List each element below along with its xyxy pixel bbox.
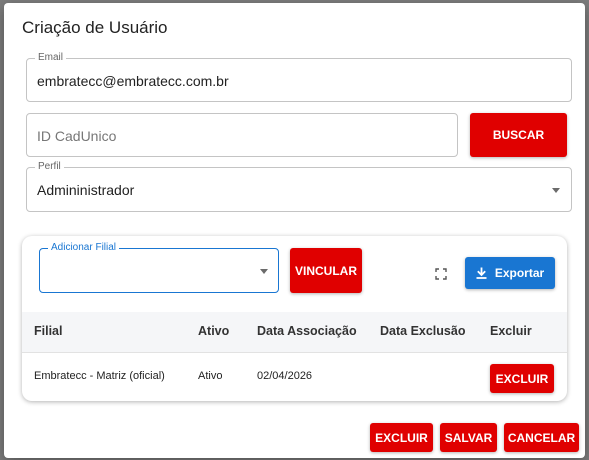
fullscreen-icon[interactable] (435, 267, 447, 280)
table-header: Filial Ativo Data Associação Data Exclus… (22, 312, 567, 353)
cadunico-input[interactable]: ID CadUnico (26, 113, 458, 157)
save-button[interactable]: SALVAR (440, 423, 497, 452)
filial-card: Adicionar Filial VINCULAR Exportar Filia… (22, 236, 567, 401)
email-label: Email (35, 52, 67, 64)
table-row: Embratecc - Matriz (oficial) Ativo 02/04… (22, 353, 567, 401)
delete-row-button[interactable]: EXCLUIR (490, 364, 554, 393)
link-filial-button[interactable]: VINCULAR (290, 248, 362, 293)
user-creation-dialog: Criação de Usuário Email embratecc@embra… (4, 3, 585, 458)
chevron-down-icon (552, 188, 560, 193)
cell-ativo: Ativo (198, 370, 223, 382)
column-header-excluir[interactable]: Excluir (490, 324, 532, 338)
column-header-ativo[interactable]: Ativo (198, 324, 229, 338)
export-button[interactable]: Exportar (465, 257, 555, 289)
search-button[interactable]: BUSCAR (470, 113, 567, 157)
download-icon (476, 267, 487, 279)
column-header-data-exclusao[interactable]: Data Exclusão (380, 324, 465, 338)
cell-filial: Embratecc - Matriz (oficial) (34, 370, 165, 382)
perfil-value: Admininistrador (37, 182, 135, 198)
add-filial-label: Adicionar Filial (48, 242, 120, 254)
perfil-label: Perfil (35, 161, 64, 173)
cancel-button[interactable]: CANCELAR (504, 423, 579, 452)
cell-data-associacao: 02/04/2026 (257, 370, 313, 382)
email-field[interactable]: Email embratecc@embratecc.com.br (26, 52, 572, 102)
column-header-data-associacao[interactable]: Data Associação (257, 324, 357, 338)
chevron-down-icon (260, 269, 268, 274)
export-label: Exportar (494, 266, 545, 280)
delete-user-button[interactable]: EXCLUIR (370, 423, 433, 452)
column-header-filial[interactable]: Filial (34, 324, 62, 338)
perfil-select[interactable]: Perfil Admininistrador (26, 161, 572, 212)
email-value: embratecc@embratecc.com.br (37, 73, 229, 89)
add-filial-select[interactable]: Adicionar Filial (39, 242, 279, 293)
dialog-title: Criação de Usuário (22, 18, 168, 37)
cadunico-placeholder: ID CadUnico (37, 128, 117, 144)
